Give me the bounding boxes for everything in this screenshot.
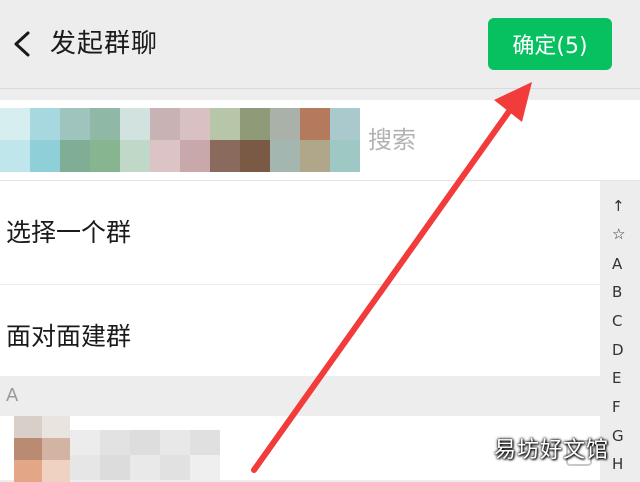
mosaic-cell: [70, 455, 100, 480]
index-letter-f[interactable]: F: [612, 397, 621, 417]
mosaic-cell: [330, 140, 360, 172]
menu-list: 选择一个群 面对面建群: [0, 181, 600, 388]
search-input[interactable]: [368, 118, 598, 162]
search-bar: [0, 100, 640, 181]
mosaic-cell: [120, 108, 150, 140]
index-letter-a[interactable]: A: [612, 254, 622, 274]
mosaic-cell: [30, 140, 60, 172]
mosaic-cell: [240, 140, 270, 172]
back-arrow-icon[interactable]: [6, 26, 40, 62]
mosaic-cell: [190, 430, 220, 455]
mosaic-cell: [160, 430, 190, 455]
mosaic-cell: [210, 140, 240, 172]
mosaic-cell: [150, 108, 180, 140]
index-letter-e[interactable]: E: [612, 368, 621, 388]
mosaic-cell: [270, 108, 300, 140]
mosaic-cell: [42, 438, 70, 460]
alphabet-index-bar[interactable]: ↑ ☆ A B C D E F G H: [606, 190, 640, 480]
mosaic-cell: [120, 140, 150, 172]
index-letter-c[interactable]: C: [612, 311, 622, 331]
confirm-button[interactable]: 确定(5): [488, 18, 612, 70]
index-letter-b[interactable]: B: [612, 282, 622, 302]
mosaic-cell: [130, 430, 160, 455]
mosaic-cell: [42, 460, 70, 482]
face-to-face-group-label: 面对面建群: [6, 322, 132, 351]
index-letter-up[interactable]: ↑: [612, 196, 625, 216]
mosaic-cell: [60, 140, 90, 172]
pixelated-selected-avatars: [0, 108, 360, 172]
mosaic-cell: [160, 455, 190, 480]
mosaic-cell: [60, 108, 90, 140]
watermark-text: 易坊好文馆: [494, 438, 610, 463]
mosaic-cell: [42, 416, 70, 438]
mosaic-cell: [100, 455, 130, 480]
pixelated-contact-avatar: [14, 416, 70, 482]
mosaic-cell: [300, 140, 330, 172]
select-a-group-item[interactable]: 选择一个群: [0, 181, 600, 285]
page-title: 发起群聊: [50, 29, 159, 59]
mosaic-cell: [240, 108, 270, 140]
face-to-face-group-item[interactable]: 面对面建群: [0, 285, 600, 388]
mosaic-cell: [100, 430, 130, 455]
mosaic-cell: [14, 438, 42, 460]
contact-section-header: A: [0, 376, 606, 416]
mosaic-cell: [270, 140, 300, 172]
mosaic-cell: [150, 140, 180, 172]
mosaic-cell: [0, 140, 30, 172]
mosaic-cell: [14, 460, 42, 482]
index-letter-g[interactable]: G: [612, 426, 624, 446]
mosaic-cell: [0, 108, 30, 140]
top-navigation-bar: 发起群聊 确定(5): [0, 0, 640, 89]
mosaic-cell: [130, 455, 160, 480]
select-a-group-label: 选择一个群: [6, 218, 132, 247]
mosaic-cell: [190, 455, 220, 480]
mosaic-cell: [180, 108, 210, 140]
mosaic-cell: [210, 108, 240, 140]
mosaic-cell: [14, 416, 42, 438]
mosaic-cell: [70, 430, 100, 455]
mosaic-cell: [300, 108, 330, 140]
mosaic-cell: [180, 140, 210, 172]
pixelated-contact-name: [70, 430, 220, 480]
mosaic-cell: [90, 108, 120, 140]
mosaic-cell: [30, 108, 60, 140]
mosaic-cell: [90, 140, 120, 172]
mosaic-cell: [330, 108, 360, 140]
index-letter-d[interactable]: D: [612, 340, 624, 360]
index-letter-h[interactable]: H: [612, 454, 623, 474]
index-letter-star[interactable]: ☆: [612, 224, 625, 244]
